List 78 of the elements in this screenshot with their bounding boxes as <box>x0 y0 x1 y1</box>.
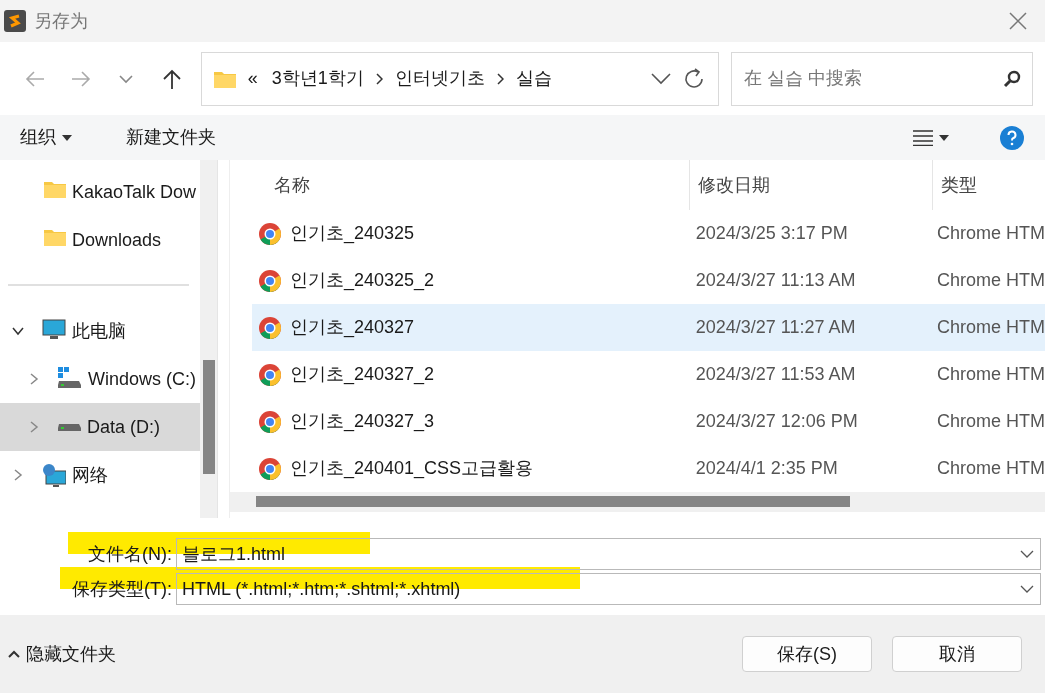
save-button[interactable]: 保存(S) <box>742 636 872 672</box>
drive-icon <box>58 423 81 431</box>
cancel-button[interactable]: 取消 <box>892 636 1022 672</box>
list-view-icon <box>913 129 933 146</box>
file-type: Chrome HTM <box>936 410 1045 433</box>
file-row[interactable]: 인기초_240327 2024/3/27 11:27 AM Chrome HTM <box>252 304 1045 351</box>
file-date: 2024/3/27 12:06 PM <box>694 410 859 433</box>
horizontal-scrollbar[interactable] <box>230 492 1045 512</box>
sidebar-item[interactable]: 网络 <box>0 451 200 499</box>
folder-icon <box>213 69 236 88</box>
file-date: 2024/4/1 2:35 PM <box>694 457 839 480</box>
vertical-scrollbar[interactable] <box>200 160 218 518</box>
window-title: 另存为 <box>34 9 88 33</box>
search-bar[interactable]: 在 실습 中搜索 <box>731 51 1034 106</box>
file-type: Chrome HTM <box>936 457 1045 480</box>
dropdown-chevron-icon[interactable] <box>650 71 673 86</box>
file-row[interactable]: 인기초_240401_CSS고급활용 2024/4/1 2:35 PM Chrome HTM <box>252 445 1045 492</box>
hide-folders-toggle[interactable]: 隐藏文件夹 <box>8 640 116 668</box>
file-name: 인기초_240327_3 <box>290 410 435 434</box>
file-name: 인기초_240325 <box>290 222 415 246</box>
file-row[interactable]: 인기초_240327_2 2024/3/27 11:53 AM Chrome HTM <box>252 351 1045 398</box>
browser-file-icon <box>258 456 282 481</box>
file-type: Chrome HTM <box>936 316 1045 339</box>
file-name: 인기초_240327 <box>290 316 415 340</box>
overflow-chevron[interactable]: « <box>245 65 260 92</box>
new-folder-button[interactable]: 新建文件夹 <box>126 124 216 151</box>
breadcrumb-item[interactable]: 인터넷기초 <box>392 65 487 92</box>
help-icon <box>999 124 1025 151</box>
file-date: 2024/3/25 3:17 PM <box>694 222 849 245</box>
browser-file-icon <box>258 362 282 387</box>
column-header[interactable]: 名称 <box>230 160 690 210</box>
file-row[interactable]: 인기초_240325 2024/3/25 3:17 PM Chrome HTM <box>252 210 1045 257</box>
sidebar-item[interactable]: Data (D:) <box>0 403 200 451</box>
file-type: Chrome HTM <box>936 222 1045 245</box>
breadcrumb-separator-icon <box>496 72 504 85</box>
help-button[interactable] <box>999 124 1025 151</box>
file-date: 2024/3/27 11:53 AM <box>694 363 857 386</box>
scrollbar-thumb[interactable] <box>256 496 850 507</box>
browser-file-icon <box>258 268 282 293</box>
file-name: 인기초_240401_CSS고급활용 <box>290 457 534 481</box>
browser-file-icon <box>258 409 282 434</box>
caret-icon <box>62 134 72 141</box>
column-header[interactable]: 修改日期 <box>690 160 933 210</box>
file-name: 인기초_240327_2 <box>290 363 435 387</box>
caret-icon <box>939 134 949 141</box>
file-type-dropdown[interactable]: HTML (*.html;*.htm;*.shtml;*.xhtml) <box>176 573 1041 605</box>
breadcrumb-item[interactable]: 3학년1학기 <box>269 65 366 92</box>
browser-file-icon <box>258 315 282 340</box>
file-date: 2024/3/27 11:13 AM <box>694 269 857 292</box>
breadcrumb-separator-icon <box>375 72 383 85</box>
close-icon <box>1009 12 1027 30</box>
app-logo-icon <box>4 10 26 32</box>
dropdown-chevron-icon <box>1020 584 1034 594</box>
file-name: 인기초_240325_2 <box>290 269 435 293</box>
sidebar-item[interactable]: KakaoTalk Dow <box>0 168 200 216</box>
field-label: 文件名(N): <box>87 542 173 566</box>
column-header[interactable]: 类型 <box>933 160 977 210</box>
scrollbar-thumb[interactable] <box>203 360 215 474</box>
sidebar-item[interactable]: Downloads <box>0 216 200 264</box>
sidebar-item[interactable]: Windows (C:) <box>0 355 200 403</box>
organize-menu-button[interactable]: 组织 <box>20 124 72 151</box>
filename-field[interactable]: 블로그1.html <box>176 538 1041 570</box>
dropdown-chevron-icon <box>1020 549 1034 559</box>
collapse-chevron-icon <box>8 650 20 658</box>
file-type: Chrome HTM <box>936 269 1045 292</box>
address-bar[interactable]: « 3학년1학기 인터넷기초 실습 <box>200 51 720 106</box>
search-icon <box>1002 68 1023 89</box>
drive-icon <box>58 367 82 391</box>
sidebar-item[interactable]: 此电脑 <box>0 307 200 355</box>
file-date: 2024/3/27 11:27 AM <box>694 316 857 339</box>
network-icon <box>42 463 66 487</box>
file-row[interactable]: 인기초_240325_2 2024/3/27 11:13 AM Chrome HTM <box>252 257 1045 304</box>
breadcrumb-item[interactable]: 실습 <box>513 65 554 92</box>
field-label: 保存类型(T): <box>71 577 173 601</box>
file-row[interactable]: 인기초_240327_3 2024/3/27 12:06 PM Chrome HTM <box>252 398 1045 445</box>
view-options-button[interactable] <box>913 129 949 146</box>
browser-file-icon <box>258 221 282 246</box>
file-type: Chrome HTM <box>936 363 1045 386</box>
